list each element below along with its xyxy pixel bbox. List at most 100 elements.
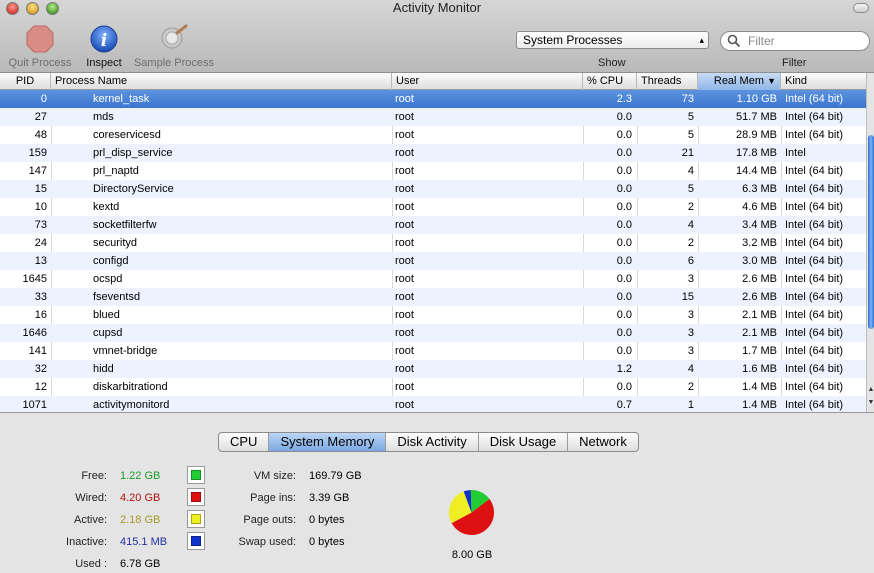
toolbar-toggle-button[interactable] [853,3,869,13]
table-row[interactable]: 32 hidd root 1.2 4 1.6 MB Intel (64 bit) [0,360,866,378]
pid-cell: 147 [28,165,47,177]
user-cell: root [395,111,414,123]
kind-cell: Intel (64 bit) [785,363,844,375]
real-mem-cell: 1.7 MB [742,345,777,357]
cpu-cell: 0.0 [616,327,632,339]
inspect-button[interactable]: i Inspect [83,24,125,69]
pid-cell: 12 [34,381,47,393]
page-outs-label: Page outs: [243,514,296,526]
table-row[interactable]: 73 socketfilterfw root 0.0 4 3.4 MB Intel (64 … [0,216,866,234]
cpu-cell: 0.0 [616,255,632,267]
real-mem-cell: 1.4 MB [742,381,777,393]
column-header-user[interactable]: User [392,73,583,90]
table-row[interactable]: 13 configd root 0.0 6 3.0 MB Intel (64 bit) [0,252,866,270]
table-row[interactable]: 159 prl_disp_service root 0.0 21 17.8 MB Intel [0,144,866,162]
threads-cell: 21 [681,147,694,159]
tab-cpu[interactable]: CPU [219,433,270,451]
process-name-cell: prl_naptd [93,165,139,177]
kind-cell: Intel (64 bit) [785,327,844,339]
cpu-cell: 0.0 [616,237,632,249]
quit-process-button[interactable]: Quit Process [7,24,73,69]
total-memory-value: 8.00 GB [451,549,493,561]
user-cell: root [395,183,414,195]
column-header-process-name[interactable]: Process Name [51,73,392,90]
real-mem-cell: 6.3 MB [742,183,777,195]
threads-cell: 5 [687,183,694,195]
pid-cell: 1645 [22,273,47,285]
table-row[interactable]: 24 securityd root 0.0 2 3.2 MB Intel (64 bit) [0,234,866,252]
pid-cell: 10 [34,201,47,213]
table-row[interactable]: 141 vmnet-bridge root 0.0 3 1.7 MB Intel (64 b… [0,342,866,360]
pid-cell: 27 [34,111,47,123]
table-row[interactable]: 48 coreservicesd root 0.0 5 28.9 MB Intel (64 … [0,126,866,144]
cpu-cell: 0.0 [616,291,632,303]
inactive-label: Inactive: [66,536,107,548]
process-name-cell: configd [93,255,129,267]
column-header-kind[interactable]: Kind [781,73,866,90]
user-cell: root [395,399,414,411]
sample-process-button[interactable]: Sample Process [131,24,217,69]
kind-cell: Intel [785,147,806,159]
table-row[interactable]: 147 prl_naptd root 0.0 4 14.4 MB Intel (64 bit… [0,162,866,180]
tab-system-memory[interactable]: System Memory [269,433,387,451]
scroll-up-arrow[interactable]: ▲ [867,386,874,394]
column-header-threads[interactable]: Threads [637,73,698,90]
user-cell: root [395,255,414,267]
page-ins-value: 3.39 GB [309,492,350,504]
column-header-cpu[interactable]: % CPU [583,73,637,90]
user-cell: root [395,129,414,141]
page-ins-label: Page ins: [250,492,296,504]
column-header-real-mem[interactable]: Real Mem ▼ [698,73,781,90]
table-row[interactable]: 1646 cupsd root 0.0 3 2.1 MB Intel (64 bit) [0,324,866,342]
user-cell: root [395,381,414,393]
tab-disk-usage[interactable]: Disk Usage [479,433,569,451]
kind-cell: Intel (64 bit) [785,183,844,195]
threads-cell: 6 [687,255,694,267]
table-row[interactable]: 16 blued root 0.0 3 2.1 MB Intel (64 bit) [0,306,866,324]
process-name-cell: kextd [93,201,120,213]
kind-cell: Intel (64 bit) [785,111,844,123]
cpu-cell: 0.0 [616,309,632,321]
vm-size-label: VM size: [253,470,296,482]
filter-search-field[interactable]: Filter [720,31,870,51]
table-row[interactable]: 27 mds root 0.0 5 51.7 MB Intel (64 bit) [0,108,866,126]
table-row[interactable]: 0 kernel_task root 2.3 73 1.10 GB Intel (64 bi… [0,90,866,108]
table-row[interactable]: 1645 ocspd root 0.0 3 2.6 MB Intel (64 bit) [0,270,866,288]
table-row[interactable]: 15 DirectoryService root 0.0 5 6.3 MB Intel (6… [0,180,866,198]
scrollbar-thumb[interactable] [868,135,874,329]
free-label: Free: [81,470,107,482]
kind-cell: Intel (64 bit) [785,273,844,285]
close-window-button[interactable] [6,2,19,15]
kind-cell: Intel (64 bit) [785,399,844,411]
scroll-down-arrow[interactable]: ▼ [867,399,874,407]
tab-network[interactable]: Network [568,433,638,451]
user-cell: root [395,291,414,303]
process-table-header: PID Process Name User % CPU Threads Real… [0,73,866,90]
threads-cell: 2 [687,201,694,213]
cpu-cell: 0.0 [616,381,632,393]
column-header-pid[interactable]: PID [0,73,51,90]
zoom-window-button[interactable] [46,2,59,15]
pid-cell: 16 [34,309,47,321]
cpu-cell: 0.0 [616,111,632,123]
threads-cell: 3 [687,273,694,285]
process-name-cell: prl_disp_service [93,147,173,159]
user-cell: root [395,93,414,105]
stop-sign-icon [26,25,54,53]
user-cell: root [395,237,414,249]
free-value: 1.22 GB [120,470,161,482]
tab-disk-activity[interactable]: Disk Activity [386,433,479,451]
show-processes-select[interactable]: System Processes ▴ [516,31,709,49]
table-row[interactable]: 1071 activitymonitord root 0.7 1 1.4 MB Intel … [0,396,866,412]
threads-cell: 3 [687,327,694,339]
user-cell: root [395,219,414,231]
vertical-scrollbar[interactable]: ▲ ▼ [866,73,874,412]
process-name-cell: cupsd [93,327,123,339]
threads-cell: 1 [687,399,694,411]
minimize-window-button[interactable] [26,2,39,15]
table-row[interactable]: 10 kextd root 0.0 2 4.6 MB Intel (64 bit) [0,198,866,216]
threads-cell: 4 [687,363,694,375]
table-row[interactable]: 12 diskarbitrationd root 0.0 2 1.4 MB Intel (6… [0,378,866,396]
kind-cell: Intel (64 bit) [785,201,844,213]
table-row[interactable]: 33 fseventsd root 0.0 15 2.6 MB Intel (64 bit) [0,288,866,306]
